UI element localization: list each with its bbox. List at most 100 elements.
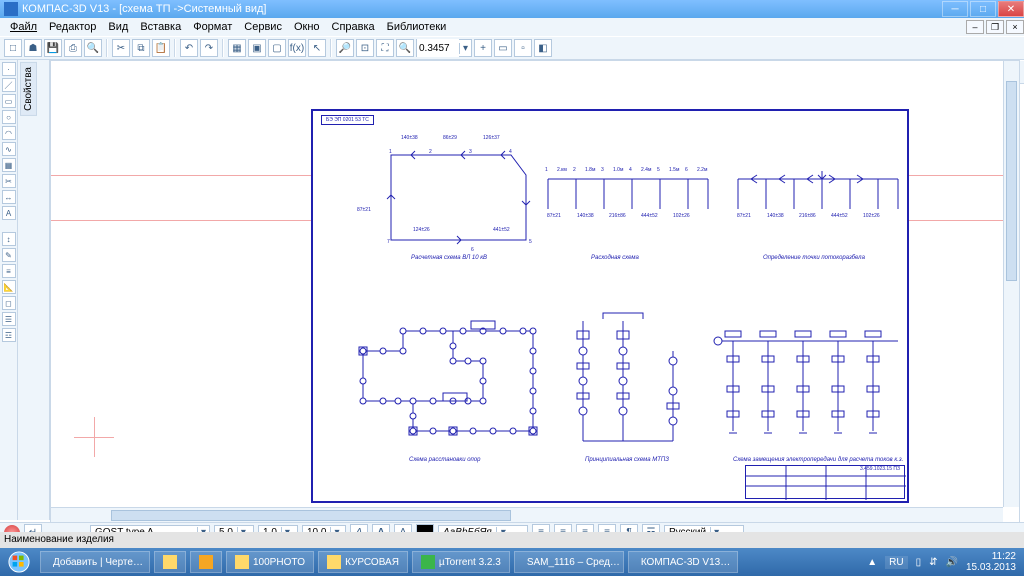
redo-button[interactable]: ↷ (200, 39, 218, 57)
caption-bot-mid: Принципиальная схема МТПЗ (585, 457, 669, 463)
menu-insert[interactable]: Вставка (134, 19, 187, 35)
grid-button[interactable]: ▦ (228, 39, 246, 57)
task-explorer[interactable] (154, 551, 186, 573)
tab-report-button[interactable]: ☲ (2, 328, 16, 342)
geom-rect-button[interactable]: ▭ (2, 94, 16, 108)
tab-edit-button[interactable]: ✎ (2, 248, 16, 262)
zoom-out-button[interactable]: 🔍 (396, 39, 414, 57)
utorrent-icon (421, 555, 435, 569)
tray-clock[interactable]: 11:2215.03.2013 (966, 551, 1016, 573)
task-sam1116[interactable]: SAM_1116 – Сред… (514, 551, 624, 573)
print-button[interactable]: ⎙ (64, 39, 82, 57)
tab-measure-button[interactable]: 📐 (2, 280, 16, 294)
diagram-top-right (733, 169, 903, 229)
task-aimp[interactable] (190, 551, 222, 573)
title-block: 3.459.1023.15 ПЗ (745, 465, 905, 499)
menu-service[interactable]: Сервис (238, 19, 288, 35)
mdi-minimize-button[interactable]: – (966, 20, 984, 34)
save-button[interactable]: 💾 (44, 39, 62, 57)
scrollbar-vertical[interactable] (1003, 61, 1019, 507)
drawing-area[interactable]: БЭ ЭП 0201 53 ТС 1234 567 140±38 86±29 1… (50, 60, 1020, 524)
task-folder-kursovaya[interactable]: КУРСОВАЯ (318, 551, 408, 573)
menu-edit[interactable]: Редактор (43, 19, 102, 35)
menu-file[interactable]: Файл (4, 19, 43, 35)
new-button[interactable]: □ (4, 39, 22, 57)
menu-window[interactable]: Окно (288, 19, 326, 35)
caption-top-mid: Расходная схема (591, 255, 639, 261)
task-chrome[interactable]: Добавить | Черте… (40, 551, 150, 573)
tray-lang[interactable]: RU (885, 556, 907, 569)
caption-bot-right: Схема замещения электропередачи для расч… (733, 457, 903, 463)
tab-sizes-button[interactable]: ↕ (2, 232, 16, 246)
tool-a[interactable]: ▢ (268, 39, 286, 57)
zoom-dropdown[interactable]: ▾ (459, 43, 471, 54)
tool-b[interactable]: + (474, 39, 492, 57)
menu-help[interactable]: Справка (326, 19, 381, 35)
geom-point-button[interactable]: · (2, 62, 16, 76)
geom-hatch-button[interactable]: ▦ (2, 158, 16, 172)
tool-e[interactable]: ◧ (534, 39, 552, 57)
tool-d[interactable]: ▫ (514, 39, 532, 57)
scrollbar-horizontal[interactable] (51, 507, 1003, 523)
compact-tab[interactable]: Свойства (20, 62, 37, 116)
geom-spline-button[interactable]: ∿ (2, 142, 16, 156)
sheet-code: БЭ ЭП 0201 53 ТС (321, 115, 374, 125)
svg-text:7: 7 (387, 239, 390, 245)
task-folder-100photo[interactable]: 100PHOTO (226, 551, 314, 573)
snap-button[interactable]: ▣ (248, 39, 266, 57)
geom-circle-button[interactable]: ○ (2, 110, 16, 124)
drawing-sheet: БЭ ЭП 0201 53 ТС 1234 567 140±38 86±29 1… (311, 109, 909, 503)
folder-icon (327, 555, 341, 569)
geom-arc-button[interactable]: ◠ (2, 126, 16, 140)
zoom-fit-button[interactable]: ⛶ (376, 39, 394, 57)
tray-sound-icon[interactable]: 🔊 (945, 557, 957, 568)
menu-format[interactable]: Формат (187, 19, 238, 35)
diagram-top-left: 1234 567 (371, 135, 541, 255)
cursor-button[interactable]: ↖ (308, 39, 326, 57)
menu-view[interactable]: Вид (102, 19, 134, 35)
cut-button[interactable]: ✂ (112, 39, 130, 57)
mdi-close-button[interactable]: × (1006, 20, 1024, 34)
open-button[interactable]: ☗ (24, 39, 42, 57)
caption-bot-left: Схема расстановки опор (409, 457, 481, 463)
maximize-button[interactable]: □ (970, 1, 996, 17)
folder-icon (235, 555, 249, 569)
geom-text-button[interactable]: A (2, 206, 16, 220)
tool-fx[interactable]: f(x) (288, 39, 306, 57)
svg-text:4: 4 (509, 149, 512, 155)
mdi-restore-button[interactable]: ❐ (986, 20, 1004, 34)
start-button[interactable] (2, 548, 36, 576)
compact-panel: Свойства (18, 60, 50, 520)
tab-select-button[interactable]: ◻ (2, 296, 16, 310)
zoom-in-button[interactable]: 🔎 (336, 39, 354, 57)
menu-libraries[interactable]: Библиотеки (381, 19, 453, 35)
menu-bar: Файл Редактор Вид Вставка Формат Сервис … (0, 18, 1024, 36)
paste-button[interactable]: 📋 (152, 39, 170, 57)
tab-param-button[interactable]: ≡ (2, 264, 16, 278)
system-tray: ▲ RU ▯ ⇵ 🔊 11:2215.03.2013 (867, 551, 1022, 573)
toolbar-main: □ ☗ 💾 ⎙ 🔍 ✂ ⧉ 📋 ↶ ↷ ▦ ▣ ▢ f(x) ↖ 🔎 ⊡ ⛶ 🔍… (0, 36, 1024, 60)
svg-text:3: 3 (469, 149, 472, 155)
geom-line-button[interactable]: ／ (2, 78, 16, 92)
caption-top-right: Определение точки потокоразбела (763, 255, 865, 261)
diagram-bot-right (713, 311, 903, 451)
copy-button[interactable]: ⧉ (132, 39, 150, 57)
task-utorrent[interactable]: µTorrent 3.2.3 (412, 551, 510, 573)
minimize-button[interactable]: ─ (942, 1, 968, 17)
tool-c[interactable]: ▭ (494, 39, 512, 57)
tray-battery-icon[interactable]: ▯ (916, 557, 922, 568)
tab-spec-button[interactable]: ☰ (2, 312, 16, 326)
undo-button[interactable]: ↶ (180, 39, 198, 57)
geom-dim-button[interactable]: ↔ (2, 190, 16, 204)
window-title: КОМПАС-3D V13 - [схема ТП ->Системный ви… (22, 3, 266, 15)
geom-trim-button[interactable]: ✂ (2, 174, 16, 188)
task-kompas[interactable]: КОМПАС-3D V13… (628, 551, 738, 573)
close-button[interactable]: ✕ (998, 1, 1024, 17)
tray-network-icon[interactable]: ⇵ (929, 557, 937, 568)
zoom-value[interactable] (417, 39, 459, 57)
zoom-window-button[interactable]: ⊡ (356, 39, 374, 57)
svg-text:2: 2 (429, 149, 432, 155)
app-icon (4, 2, 18, 16)
tray-arrow-icon[interactable]: ▲ (867, 557, 877, 568)
preview-button[interactable]: 🔍 (84, 39, 102, 57)
